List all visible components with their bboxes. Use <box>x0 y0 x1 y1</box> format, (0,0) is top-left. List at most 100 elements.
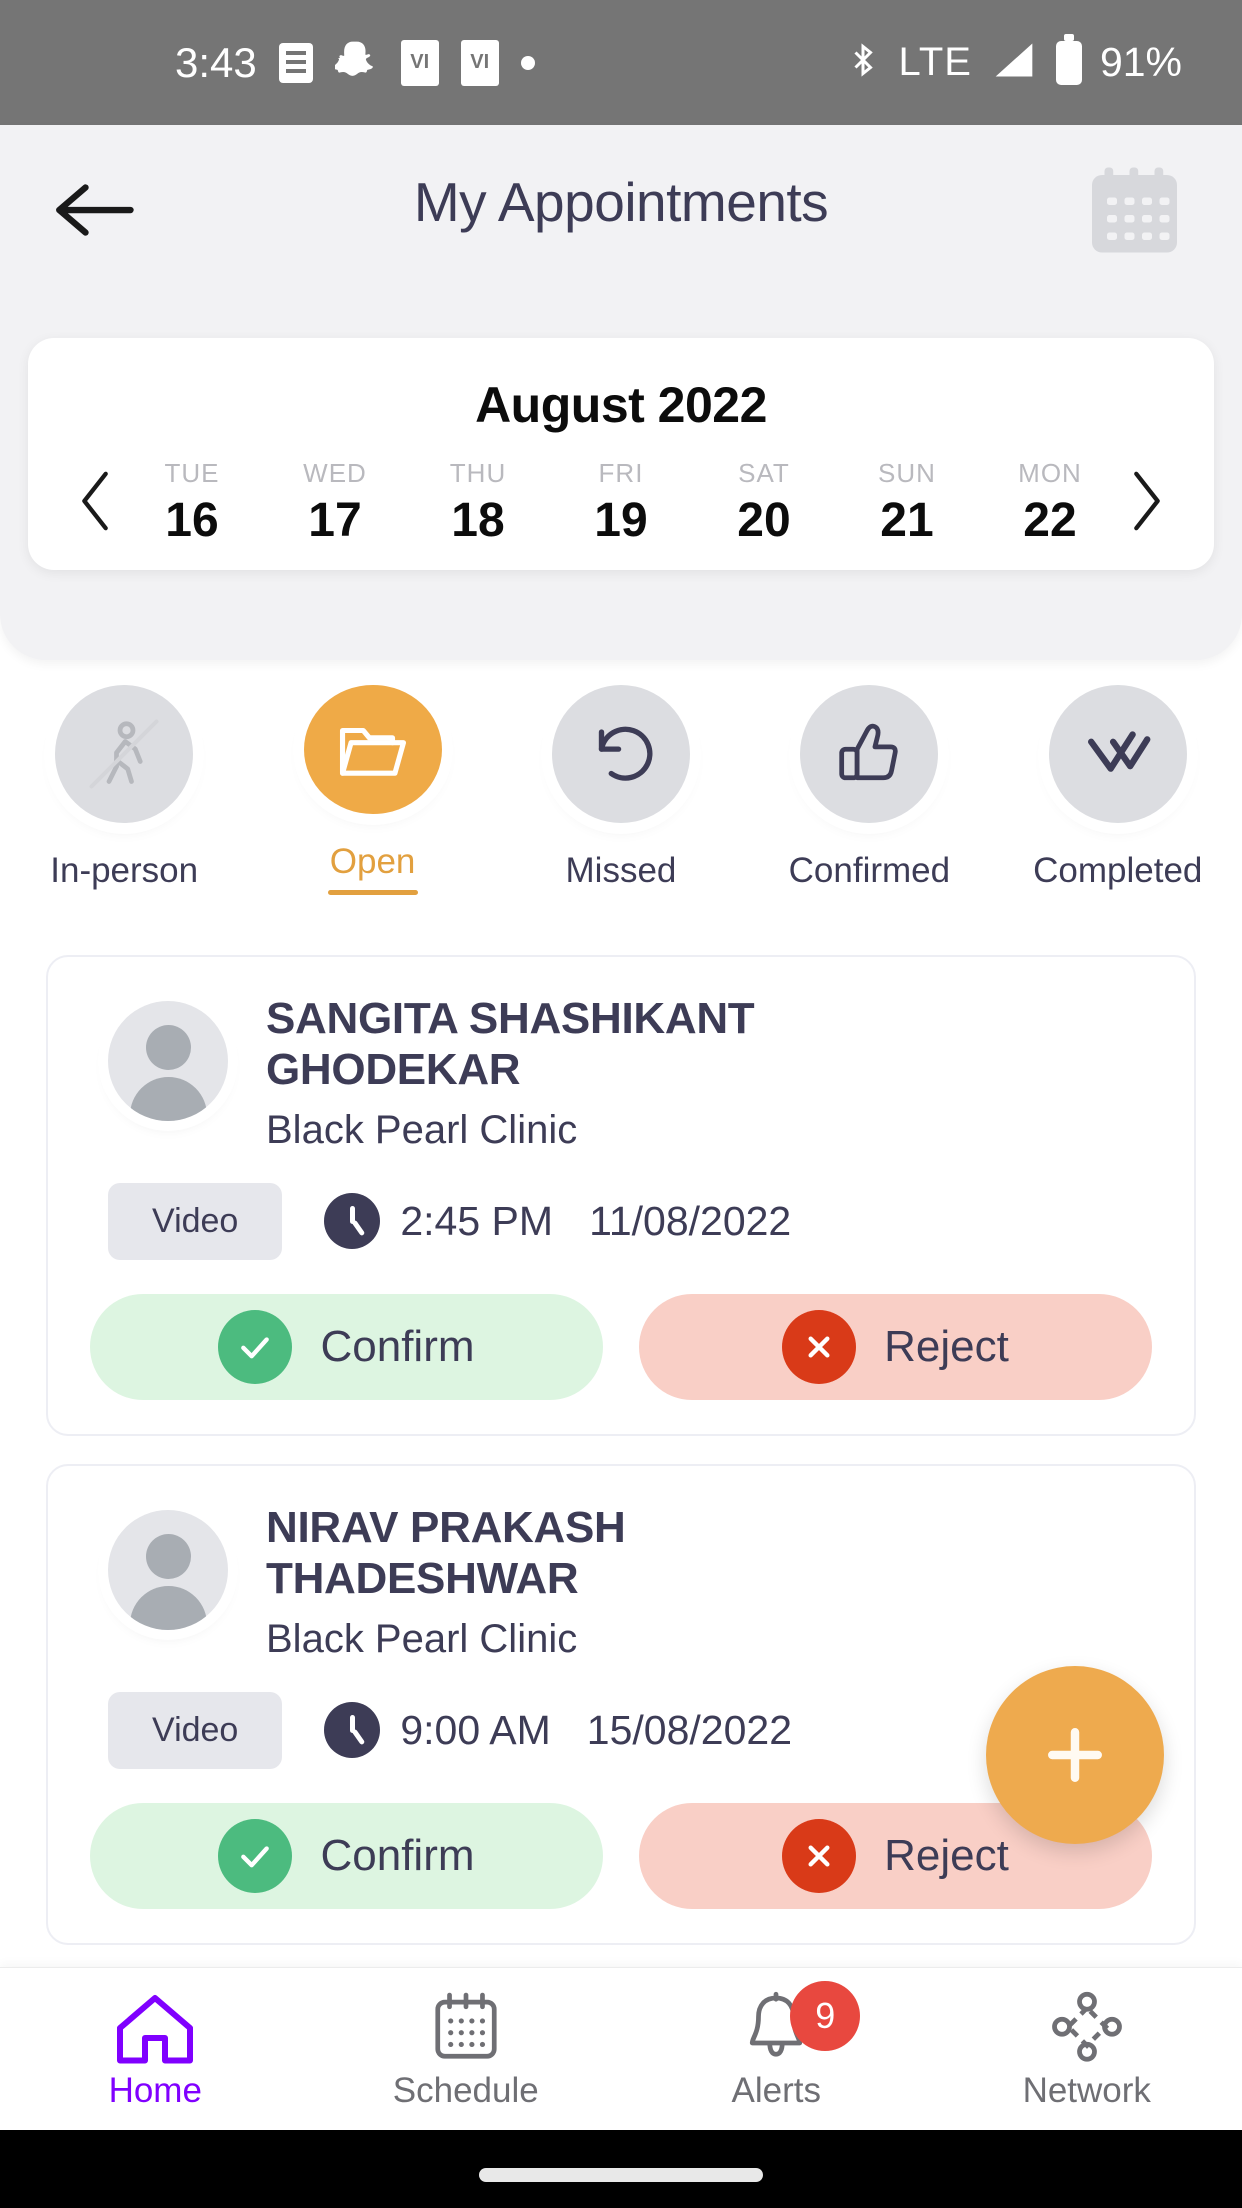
network-icon <box>1047 1987 1127 2069</box>
close-icon <box>782 1818 857 1893</box>
mode-badge: Video <box>108 1182 283 1260</box>
clinic-name: Black Pearl Clinic <box>266 1107 578 1152</box>
check-icon <box>218 1818 293 1893</box>
day-number-label: 21 <box>880 494 934 547</box>
signal-icon <box>990 38 1038 87</box>
calendar-day-17[interactable]: WED 17 <box>275 458 395 548</box>
day-number-label: 19 <box>594 494 648 547</box>
calendar-days: TUE 16 WED 17 THU 18 FRI 19 SAT 20 SUN 2… <box>124 458 1118 548</box>
filter-label: Confirmed <box>788 851 951 890</box>
filter-active-underline <box>327 890 418 895</box>
nav-item-alerts[interactable]: 9 Alerts <box>621 1968 932 2130</box>
filter-tab-confirmed[interactable]: Confirmed <box>745 685 993 895</box>
day-number-label: 17 <box>308 494 362 547</box>
calendar-prev-button[interactable] <box>68 468 124 539</box>
appointment-actions: Confirm Reject <box>82 1293 1160 1400</box>
day-of-week-label: THU <box>449 458 507 488</box>
clock-icon <box>324 1702 381 1759</box>
thumbs-up-icon <box>800 685 939 823</box>
day-of-week-label: FRI <box>598 458 644 488</box>
network-type-label: LTE <box>898 40 972 84</box>
calendar-icon <box>426 1987 506 2069</box>
clinic-name: Black Pearl Clinic <box>266 1616 578 1661</box>
bottom-navigation: Home Schedule 9 Alerts Network <box>0 1967 1242 2130</box>
patient-name: SANGITA SHASHIKANT GHODEKAR <box>266 994 755 1095</box>
appointment-time-row: 2:45 PM 11/08/2022 <box>324 1193 792 1250</box>
walking-person-icon <box>55 685 194 823</box>
filter-label: In-person <box>50 851 199 890</box>
appointment-info: SANGITA SHASHIKANT GHODEKAR Black Pearl … <box>266 993 906 1153</box>
calendar-day-20[interactable]: SAT 20 <box>704 458 824 548</box>
reject-button[interactable]: Reject <box>639 1293 1152 1400</box>
vi-app-icon: VI <box>460 39 499 86</box>
calendar-day-21[interactable]: SUN 21 <box>847 458 967 548</box>
bell-icon: 9 <box>736 1981 861 2069</box>
alerts-badge: 9 <box>790 1981 861 2051</box>
check-icon <box>218 1309 293 1384</box>
appointment-date: 11/08/2022 <box>589 1197 792 1244</box>
nav-label: Network <box>1022 2071 1151 2110</box>
confirm-button[interactable]: Confirm <box>90 1293 603 1400</box>
top-panel: My Appointments August 2022 TUE 16 WED 1… <box>0 125 1242 660</box>
nav-item-schedule[interactable]: Schedule <box>311 1968 622 2130</box>
filter-tabs: In-person Open Missed Confirmed Complete… <box>0 685 1242 895</box>
battery-icon <box>1055 33 1082 85</box>
status-bar-clock: 3:43 <box>175 38 257 86</box>
plus-icon <box>1048 1728 1102 1782</box>
mode-badge: Video <box>108 1691 283 1769</box>
avatar <box>108 1001 228 1121</box>
appointment-date: 15/08/2022 <box>586 1706 792 1753</box>
home-icon <box>112 1987 198 2069</box>
calendar-day-16[interactable]: TUE 16 <box>132 458 252 548</box>
appointment-card[interactable]: SANGITA SHASHIKANT GHODEKAR Black Pearl … <box>46 955 1196 1436</box>
nav-item-network[interactable]: Network <box>932 1968 1242 2130</box>
calendar-day-19[interactable]: FRI 19 <box>561 458 681 548</box>
filter-tab-open[interactable]: Open <box>248 685 496 895</box>
appointment-meta: Video 2:45 PM 11/08/2022 <box>82 1182 1160 1260</box>
appointment-actions: Confirm Reject <box>82 1802 1160 1909</box>
patient-name: NIRAV PRAKASH THADESHWAR <box>266 1502 626 1604</box>
day-of-week-label: SUN <box>878 458 936 488</box>
folder-icon <box>303 685 442 815</box>
filter-tab-missed[interactable]: Missed <box>497 685 745 895</box>
nav-label: Schedule <box>392 2071 539 2110</box>
filter-tab-completed[interactable]: Completed <box>994 685 1242 895</box>
appointment-time-row: 9:00 AM 15/08/2022 <box>324 1702 792 1759</box>
day-number-label: 22 <box>1023 494 1077 547</box>
home-indicator-bar <box>0 2130 1242 2208</box>
appointment-time: 2:45 PM <box>400 1197 554 1244</box>
day-number-label: 18 <box>451 494 505 547</box>
status-bar-right: LTE 91% <box>845 33 1182 88</box>
appointment-header: NIRAV PRAKASH THADESHWAR Black Pearl Cli… <box>82 1502 1160 1662</box>
page-title: My Appointments <box>413 171 829 233</box>
appointment-info: NIRAV PRAKASH THADESHWAR Black Pearl Cli… <box>266 1502 906 1662</box>
calendar-day-22[interactable]: MON 22 <box>990 458 1110 548</box>
confirm-label: Confirm <box>320 1830 475 1880</box>
message-icon <box>278 42 313 83</box>
nav-item-home[interactable]: Home <box>0 1968 311 2130</box>
calendar-day-18[interactable]: THU 18 <box>418 458 538 548</box>
filter-label: Missed <box>565 851 677 890</box>
bluetooth-icon <box>845 37 881 88</box>
day-of-week-label: TUE <box>164 458 220 488</box>
calendar-next-button[interactable] <box>1118 468 1174 539</box>
filter-label: Open <box>329 842 416 882</box>
appointment-header: SANGITA SHASHIKANT GHODEKAR Black Pearl … <box>82 993 1160 1153</box>
confirm-button[interactable]: Confirm <box>90 1802 603 1909</box>
close-icon <box>782 1309 857 1384</box>
nav-label: Alerts <box>731 2071 821 2110</box>
add-appointment-fab[interactable] <box>986 1666 1164 1844</box>
filter-tab-in-person[interactable]: In-person <box>0 685 248 895</box>
calendar-icon[interactable] <box>1082 165 1187 260</box>
reject-label: Reject <box>884 1321 1009 1371</box>
double-check-icon <box>1048 685 1187 823</box>
reject-label: Reject <box>884 1830 1009 1880</box>
vi-app-icon: VI <box>400 39 439 86</box>
calendar-day-strip: TUE 16 WED 17 THU 18 FRI 19 SAT 20 SUN 2… <box>28 458 1214 548</box>
status-bar-left: 3:43 VI VI <box>175 36 535 89</box>
dot-icon <box>520 55 535 70</box>
avatar <box>108 1509 228 1630</box>
status-bar: 3:43 VI VI LTE 91% <box>0 0 1242 125</box>
undo-arrow-icon <box>551 685 690 823</box>
app-bar: My Appointments <box>0 125 1242 295</box>
